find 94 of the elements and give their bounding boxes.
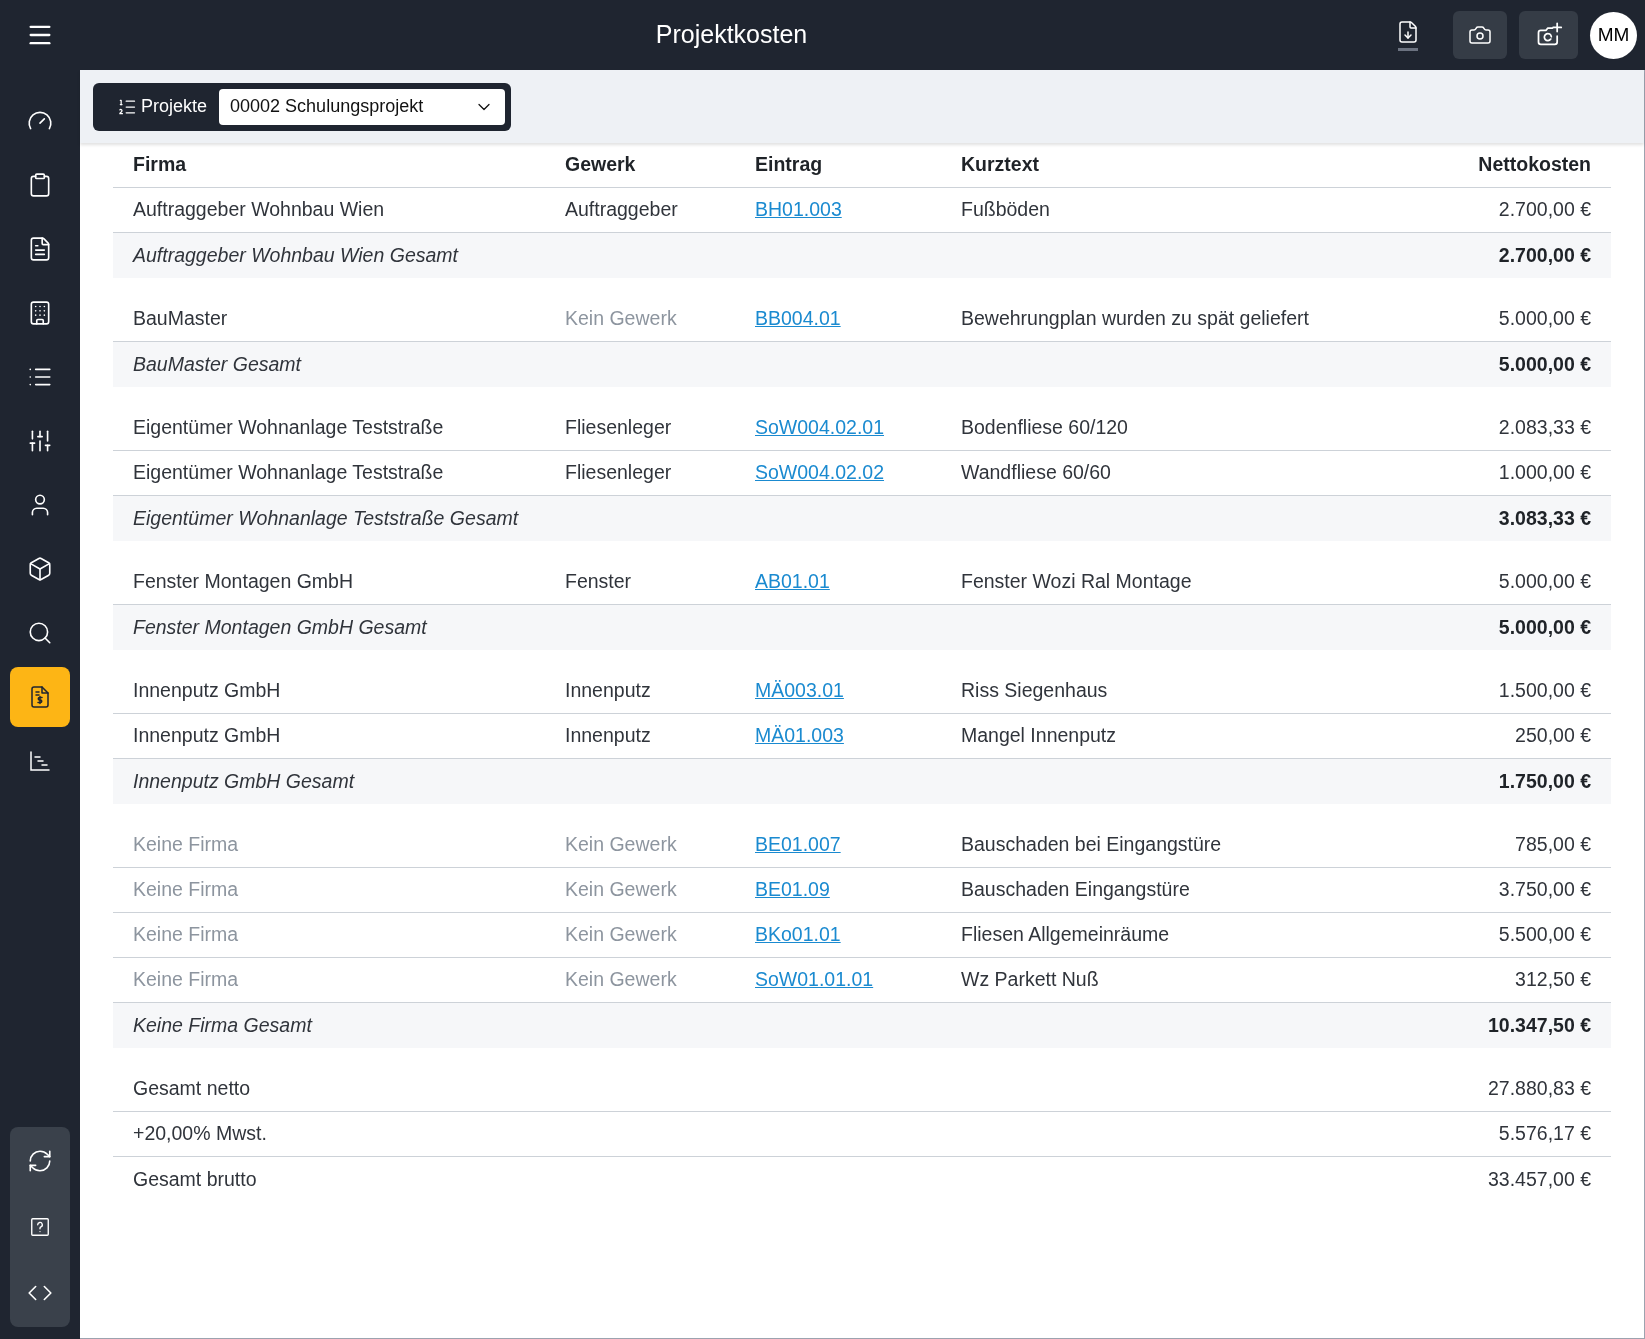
invoice-icon <box>28 685 52 709</box>
entry-link[interactable]: BB004.01 <box>755 307 841 330</box>
table-cell-text: Keine Firma <box>133 967 240 993</box>
subtotal-amount: 1.750,00 € <box>1498 768 1591 794</box>
table-cell-text: Kein Gewerk <box>565 877 678 903</box>
table-cell-text: 312,50 € <box>1514 967 1591 993</box>
page-title: Projektkosten <box>655 19 808 51</box>
help-icon <box>29 1216 51 1238</box>
table-cell-text: 5.500,00 € <box>1497 922 1591 948</box>
column-header: Nettokosten <box>1477 152 1591 178</box>
table-cell-text: Bodenfliese 60/120 <box>961 415 1129 441</box>
subtotal-amount: 5.000,00 € <box>1498 614 1591 640</box>
table-cell-text: Fenster Wozi Ral Montage <box>961 569 1193 595</box>
summary-label: Gesamt netto <box>133 1076 251 1102</box>
entry-link[interactable]: BE01.007 <box>755 833 841 856</box>
table-cell-text: Fenster <box>565 569 633 595</box>
table-cell-text: 785,00 € <box>1514 832 1591 858</box>
table-cell-text: Innenputz GmbH <box>133 723 282 749</box>
summary-amount: 33.457,00 € <box>1488 1166 1591 1192</box>
table-cell-text: 3.750,00 € <box>1497 877 1591 903</box>
table-cell-text: Eigentümer Wohnanlage Teststraße <box>133 460 445 486</box>
table-cell-text: Auftraggeber <box>565 197 679 223</box>
table-cell-text: Wandfliese 60/60 <box>961 460 1112 486</box>
project-dropdown[interactable]: 00002 Schulungsprojekt <box>219 88 506 125</box>
table-cell-text: Bauschaden bei Eingangstüre <box>961 832 1223 858</box>
table-cell-text: Riss Siegenhaus <box>961 678 1109 704</box>
refresh-icon <box>27 1148 53 1174</box>
file-download-icon <box>1396 19 1420 44</box>
table-cell-text: 2.083,33 € <box>1497 415 1591 441</box>
column-header: Firma <box>133 152 188 178</box>
table-cell-text: Innenputz <box>565 723 652 749</box>
table-cell-text: Wz Parkett Nuß <box>961 967 1100 993</box>
table-cell-text: Kein Gewerk <box>565 922 678 948</box>
table-cell-text: Kein Gewerk <box>565 832 678 858</box>
table-cell-text: 1.500,00 € <box>1497 678 1591 704</box>
column-header: Eintrag <box>755 152 824 178</box>
cube-icon <box>27 556 53 582</box>
subtotal-label: Auftraggeber Wohnbau Wien Gesamt <box>133 242 458 268</box>
entry-link[interactable]: BE01.09 <box>755 878 830 901</box>
subtotal-label: Eigentümer Wohnanlage Teststraße Gesamt <box>133 505 519 531</box>
table-cell-text: Fenster Montagen GmbH <box>133 569 354 595</box>
summary-amount: 5.576,17 € <box>1498 1121 1591 1147</box>
subtotal-label: Innenputz GmbH Gesamt <box>133 768 355 794</box>
table-cell-text: Bauschaden Eingangstüre <box>961 877 1191 903</box>
table-cell-text: 5.000,00 € <box>1497 306 1591 332</box>
camera-button[interactable] <box>1453 11 1507 59</box>
entry-link[interactable]: MÄ01.003 <box>755 724 844 747</box>
summary-label: Gesamt brutto <box>133 1166 257 1192</box>
table-cell-text: BauMaster <box>133 306 229 332</box>
entry-link[interactable]: SoW01.01.01 <box>755 968 874 991</box>
subtotal-amount: 10.347,50 € <box>1488 1012 1591 1038</box>
subtotal-label: Keine Firma Gesamt <box>133 1012 312 1038</box>
table-cell-text: 5.000,00 € <box>1497 569 1591 595</box>
user-avatar[interactable]: MM <box>1590 11 1637 59</box>
table-cell-text: Keine Firma <box>133 832 240 858</box>
table-cell-text: Fußböden <box>961 197 1051 223</box>
table-cell-text: Fliesen Allgemeinräume <box>961 922 1171 948</box>
sidebar-item[interactable] <box>10 667 70 727</box>
table-cell-text: Innenputz GmbH <box>133 678 282 704</box>
table-cell-text: Mangel Innenputz <box>961 723 1118 749</box>
table-cell-text: Bewehrungplan wurden zu spät geliefert <box>961 306 1310 332</box>
table-cell-text: 2.700,00 € <box>1497 197 1591 223</box>
table-cell-text: Eigentümer Wohnanlage Teststraße <box>133 415 445 441</box>
table-cell-text: 1.000,00 € <box>1497 460 1591 486</box>
search-icon <box>27 620 53 646</box>
table-cell-text: Innenputz <box>565 678 652 704</box>
entry-link[interactable]: BKo01.01 <box>755 923 841 946</box>
entry-link[interactable]: BH01.003 <box>755 198 842 221</box>
projects-label: Projekte <box>141 95 208 118</box>
add-photo-button[interactable] <box>1519 11 1578 59</box>
camera-icon <box>1468 23 1492 47</box>
table-cell-text: Kein Gewerk <box>565 306 678 332</box>
subtotal-amount: 3.083,33 € <box>1498 505 1591 531</box>
entry-link[interactable]: SoW004.02.01 <box>755 416 884 439</box>
table-cell-text: Fliesenleger <box>565 460 673 486</box>
column-header: Kurztext <box>961 152 1040 178</box>
table-cell-text: Kein Gewerk <box>565 967 678 993</box>
summary-amount: 27.880,83 € <box>1488 1076 1591 1102</box>
column-header: Gewerk <box>565 152 637 178</box>
table-cell-text: Keine Firma <box>133 922 240 948</box>
summary-label: +20,00% Mwst. <box>133 1121 267 1147</box>
subtotal-amount: 5.000,00 € <box>1498 351 1591 377</box>
table-cell-text: 250,00 € <box>1514 723 1591 749</box>
subtotal-label: BauMaster Gesamt <box>133 351 301 377</box>
entry-link[interactable]: SoW004.02.02 <box>755 461 884 484</box>
sliders-icon <box>27 428 53 454</box>
table-cell-text: Fliesenleger <box>565 415 673 441</box>
subtotal-label: Fenster Montagen GmbH Gesamt <box>133 614 427 640</box>
entry-link[interactable]: MÄ003.01 <box>755 679 844 702</box>
entry-link[interactable]: AB01.01 <box>755 570 830 593</box>
table-cell-text: Keine Firma <box>133 877 240 903</box>
table-cell-text: Auftraggeber Wohnbau Wien <box>133 197 386 223</box>
chart-icon <box>28 749 52 773</box>
subtotal-amount: 2.700,00 € <box>1498 242 1591 268</box>
